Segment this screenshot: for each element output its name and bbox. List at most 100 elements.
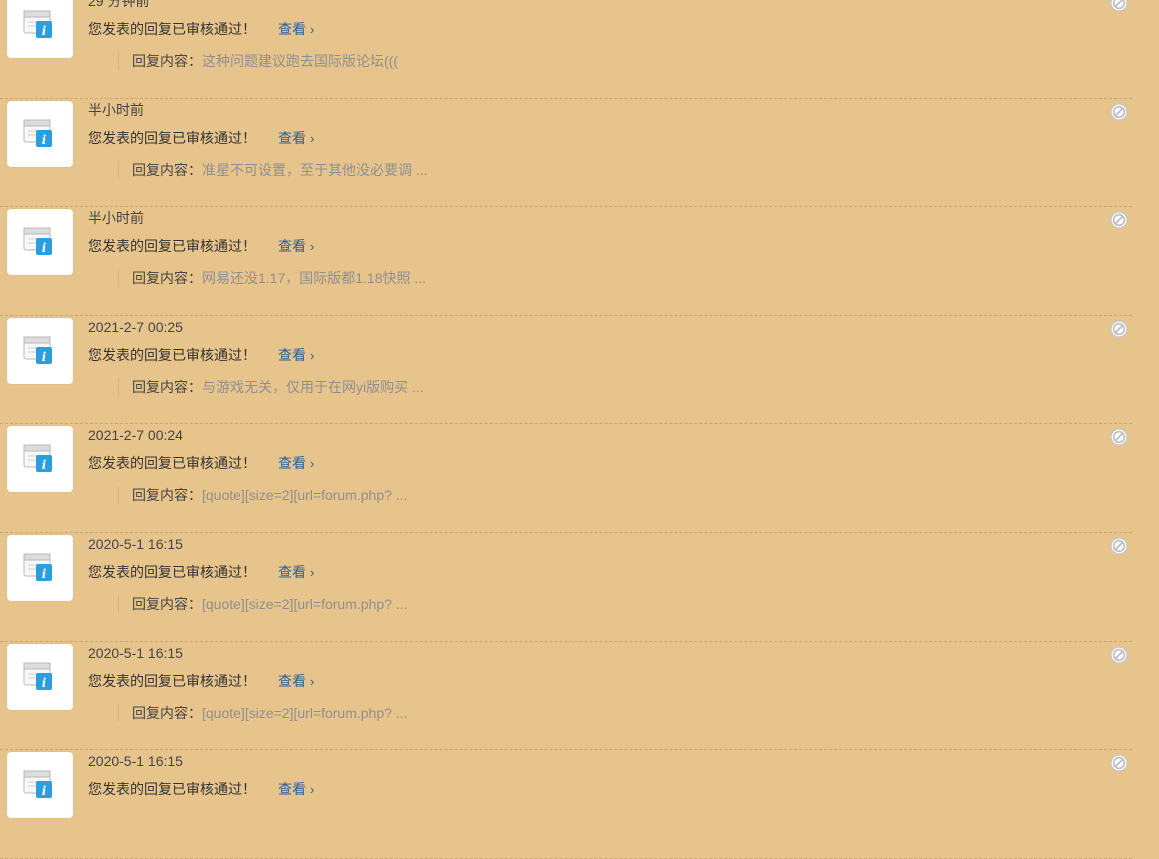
quote-text: 这种问题建议跑去国际版论坛((( xyxy=(202,53,398,69)
notification-time: 半小时前 xyxy=(88,210,144,227)
view-link[interactable]: 查看 › xyxy=(278,238,314,254)
notification-message: 您发表的回复已审核通过！ 查看 › xyxy=(88,20,314,39)
notification-message: 您发表的回复已审核通过！ 查看 › xyxy=(88,672,314,691)
svg-text:i: i xyxy=(42,458,47,472)
message-text: 您发表的回复已审核通过！ xyxy=(88,21,256,37)
notification-message: 您发表的回复已审核通过！ 查看 › xyxy=(88,129,314,148)
system-info-window-icon: i xyxy=(23,119,52,147)
notification-list: i 29 分钟前 您发表的回复已审核通过！ 查看 › 回复内容：这种问题建议跑去国际… xyxy=(0,0,1159,859)
notification-time: 半小时前 xyxy=(88,101,144,118)
ignore-circle-icon[interactable] xyxy=(1110,754,1128,772)
chevron-right-icon: › xyxy=(310,673,315,689)
chevron-right-icon: › xyxy=(310,782,315,798)
quote-label: 回复内容： xyxy=(132,378,202,395)
svg-text:i: i xyxy=(42,350,47,364)
svg-text:i: i xyxy=(42,24,47,38)
message-text: 您发表的回复已审核通过！ xyxy=(88,346,256,363)
quote-text: [quote][size=2][url=forum.php? ... xyxy=(202,704,408,721)
chevron-right-icon: › xyxy=(310,456,315,472)
system-info-window-icon: i xyxy=(23,662,52,690)
quote-label: 回复内容： xyxy=(132,595,202,612)
quote-label: 回复内容： xyxy=(132,270,202,287)
reply-quote: 回复内容：网易还没1.17，国际版都1.18快照 ... xyxy=(118,269,427,288)
notification-message: 您发表的回复已审核通过！ 查看 › xyxy=(88,563,314,582)
message-text: 您发表的回复已审核通过！ xyxy=(88,238,256,255)
notification-item: i 半小时前 您发表的回复已审核通过！ 查看 › 回复内容：网易还没1.17，国际版… xyxy=(0,207,1132,316)
system-info-window-icon: i xyxy=(23,10,52,38)
view-label: 查看 xyxy=(278,781,306,798)
avatar: i xyxy=(7,100,73,167)
avatar: i xyxy=(7,752,73,819)
ignore-circle-icon[interactable] xyxy=(1110,537,1128,555)
view-label: 查看 xyxy=(278,672,306,689)
view-link[interactable]: 查看 › xyxy=(278,130,314,146)
view-link[interactable]: 查看 › xyxy=(278,347,314,363)
message-text: 您发表的回复已审核通过！ xyxy=(88,781,256,798)
quote-label: 回复内容： xyxy=(132,487,202,504)
notification-message: 您发表的回复已审核通过！ 查看 › xyxy=(88,454,314,473)
message-text: 您发表的回复已审核通过！ xyxy=(88,129,256,146)
view-label: 查看 xyxy=(278,21,306,37)
avatar: i xyxy=(7,426,73,493)
message-text: 您发表的回复已审核通过！ xyxy=(88,672,256,689)
notification-item: i 半小时前 您发表的回复已审核通过！ 查看 › 回复内容：准星不可设置，至于其他没… xyxy=(0,99,1132,208)
quote-text: 网易还没1.17，国际版都1.18快照 ... xyxy=(202,270,427,287)
view-label: 查看 xyxy=(278,238,306,255)
avatar: i xyxy=(7,643,73,710)
ignore-circle-icon[interactable] xyxy=(1110,428,1128,447)
reply-quote: 回复内容：[quote][size=2][url=forum.php? ... xyxy=(118,703,408,722)
avatar: i xyxy=(7,534,73,601)
notification-item: i 2020-5-1 16:15 您发表的回复已审核通过！ 查看 › xyxy=(0,750,1132,859)
svg-text:i: i xyxy=(42,241,47,255)
system-info-window-icon: i xyxy=(23,227,52,256)
system-info-window-icon: i xyxy=(23,553,52,581)
notification-item: i 2021-2-7 00:24 您发表的回复已审核通过！ 查看 › 回复内容：[q… xyxy=(0,424,1132,533)
view-link[interactable]: 查看 › xyxy=(278,564,314,580)
message-text: 您发表的回复已审核通过！ xyxy=(88,455,256,472)
notification-time: 29 分钟前 xyxy=(88,0,150,9)
notification-item: i 29 分钟前 您发表的回复已审核通过！ 查看 › 回复内容：这种问题建议跑去国际… xyxy=(0,0,1132,99)
reply-quote: 回复内容：与游戏无关，仅用于在网yi版购买 ... xyxy=(118,377,424,396)
notification-item: i 2020-5-1 16:15 您发表的回复已审核通过！ 查看 › 回复内容：[q… xyxy=(0,533,1132,642)
message-text: 您发表的回复已审核通过！ xyxy=(88,563,256,580)
notification-time: 2021-2-7 00:24 xyxy=(88,427,183,444)
ignore-circle-icon[interactable] xyxy=(1110,211,1128,229)
view-link[interactable]: 查看 › xyxy=(278,673,314,689)
reply-quote: 回复内容：[quote][size=2][url=forum.php? ... xyxy=(118,486,408,505)
chevron-right-icon: › xyxy=(310,347,315,363)
quote-text: 准星不可设置，至于其他没必要调 ... xyxy=(202,161,428,178)
quote-label: 回复内容： xyxy=(132,53,202,69)
notification-time: 2021-2-7 00:25 xyxy=(88,318,183,335)
quote-text: [quote][size=2][url=forum.php? ... xyxy=(202,595,408,612)
quote-label: 回复内容： xyxy=(132,704,202,721)
quote-text: [quote][size=2][url=forum.php? ... xyxy=(202,487,408,504)
avatar: i xyxy=(7,209,73,276)
svg-text:i: i xyxy=(42,784,47,798)
view-label: 查看 xyxy=(278,455,306,472)
reply-quote: 回复内容：[quote][size=2][url=forum.php? ... xyxy=(118,594,408,613)
view-link[interactable]: 查看 › xyxy=(278,455,314,471)
notification-item: i 2021-2-7 00:25 您发表的回复已审核通过！ 查看 › 回复内容：与游… xyxy=(0,316,1132,425)
svg-text:i: i xyxy=(42,676,47,690)
avatar: i xyxy=(7,317,73,384)
system-info-window-icon: i xyxy=(23,336,52,364)
ignore-circle-icon[interactable] xyxy=(1110,645,1128,664)
ignore-circle-icon[interactable] xyxy=(1110,320,1128,338)
ignore-circle-icon[interactable] xyxy=(1110,0,1128,12)
quote-label: 回复内容： xyxy=(132,161,202,178)
notification-time: 2020-5-1 16:15 xyxy=(88,535,183,552)
ignore-circle-icon[interactable] xyxy=(1110,102,1128,121)
quote-text: 与游戏无关，仅用于在网yi版购买 ... xyxy=(202,378,424,395)
view-link[interactable]: 查看 › xyxy=(278,21,314,37)
view-label: 查看 xyxy=(278,129,306,146)
notification-time: 2020-5-1 16:15 xyxy=(88,753,183,770)
notification-message: 您发表的回复已审核通过！ 查看 › xyxy=(88,237,314,256)
svg-text:i: i xyxy=(42,133,47,147)
view-link[interactable]: 查看 › xyxy=(278,781,314,797)
notification-time: 2020-5-1 16:15 xyxy=(88,644,183,661)
notification-item: i 2020-5-1 16:15 您发表的回复已审核通过！ 查看 › 回复内容：[q… xyxy=(0,642,1132,751)
chevron-right-icon: › xyxy=(310,239,315,255)
reply-quote: 回复内容：这种问题建议跑去国际版论坛((( xyxy=(118,52,398,70)
avatar: i xyxy=(7,0,73,58)
svg-text:i: i xyxy=(42,567,47,581)
